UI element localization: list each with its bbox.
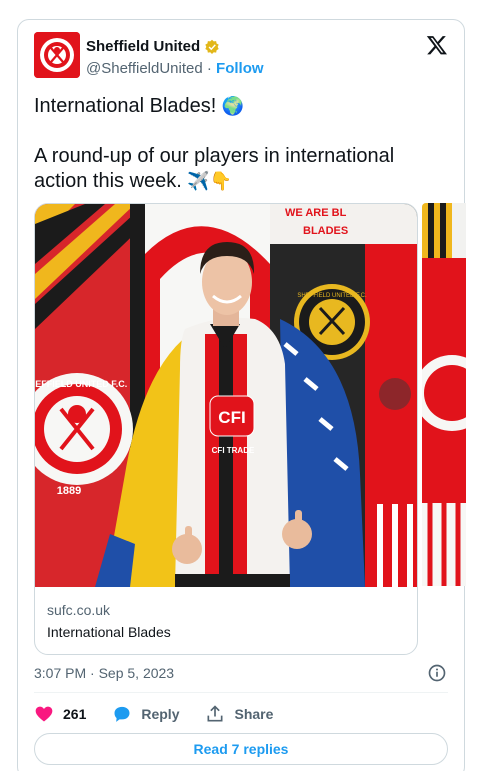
x-logo-icon[interactable]	[426, 34, 448, 56]
tweet-text-line-2: A round-up of our players in internation…	[34, 144, 434, 194]
avatar[interactable]	[34, 32, 80, 78]
left-crest-year: 1889	[57, 485, 81, 497]
wall-text-1: WE ARE BL	[285, 207, 347, 219]
gold-verified-badge-icon	[205, 39, 219, 54]
link-domain: sufc.co.uk	[47, 602, 111, 618]
tweet-card[interactable]: Sheffield United @SheffieldUnited · Foll…	[17, 19, 466, 771]
divider	[34, 692, 448, 693]
author-handle-line: @SheffieldUnited · Follow	[86, 60, 264, 77]
wall-text-2: BLADES	[303, 225, 348, 237]
tweet-timestamp[interactable]: 3:07 PM · Sep 5, 2023	[34, 665, 174, 681]
tweet-text-line-1: International Blades! 🌍	[34, 94, 244, 119]
share-upload-icon	[207, 705, 223, 722]
left-crest-text: SHEFFIELD UNITED F.C.	[35, 379, 127, 389]
plane-pointing-down-emoji-icon: ✈️👇	[187, 171, 233, 192]
author-name-text[interactable]: Sheffield United	[86, 38, 200, 55]
right-crest-year: 1889	[324, 349, 340, 356]
sheffield-united-crest-icon	[34, 32, 80, 78]
next-photo-image	[422, 203, 466, 586]
read-replies-button[interactable]: Read 7 replies	[34, 733, 448, 765]
like-button[interactable]: 261	[34, 704, 86, 724]
heart-icon	[35, 706, 53, 722]
share-label: Share	[234, 706, 274, 722]
link-title: International Blades	[47, 624, 171, 640]
info-icon[interactable]	[427, 663, 447, 683]
next-photo-preview[interactable]	[422, 203, 466, 586]
photo-badge: CFI	[218, 408, 245, 427]
author-handle[interactable]: @SheffieldUnited	[86, 60, 203, 77]
share-button[interactable]: Share	[205, 704, 273, 724]
reply-label: Reply	[141, 706, 180, 722]
globe-emoji-icon: 🌍	[221, 96, 245, 117]
follow-button[interactable]: Follow	[216, 60, 264, 77]
player-photo-image: WE ARE BL BLADES SHEFFIELD UNITED F.C. 1…	[35, 204, 417, 587]
handle-separator: ·	[202, 60, 217, 77]
action-bar: 261 Reply Share	[34, 704, 273, 724]
like-count: 261	[63, 706, 87, 722]
right-crest-text: SHEFFIELD UNITED F.C.	[297, 293, 367, 299]
link-card[interactable]: WE ARE BL BLADES SHEFFIELD UNITED F.C. 1…	[34, 203, 418, 655]
tweet-text-1: International Blades!	[34, 95, 222, 117]
author-name[interactable]: Sheffield United	[86, 38, 220, 55]
photo-sponsor: CFI TRADE	[212, 446, 255, 455]
player-photo[interactable]: WE ARE BL BLADES SHEFFIELD UNITED F.C. 1…	[35, 204, 417, 587]
reply-bubble-icon	[114, 706, 130, 722]
reply-button[interactable]: Reply	[112, 704, 179, 724]
